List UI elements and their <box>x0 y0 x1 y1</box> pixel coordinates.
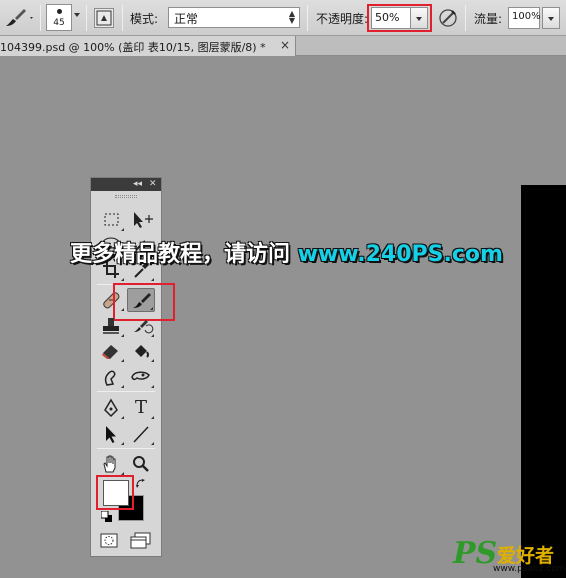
path-selection-tool[interactable] <box>97 422 125 446</box>
brush-panel-icon <box>96 10 112 26</box>
tool-group-divider <box>97 448 155 449</box>
brush-size-value: 45 <box>53 18 65 28</box>
tool-group-divider <box>97 391 155 392</box>
flyout-indicator <box>121 334 124 337</box>
flyout-indicator <box>151 278 154 281</box>
flyout-indicator <box>121 359 124 362</box>
pen-tool[interactable] <box>97 396 125 420</box>
flow-label: 流量: <box>474 12 503 26</box>
opacity-label: 不透明度: <box>316 12 369 26</box>
flyout-indicator <box>151 334 154 337</box>
brush-tip-icon <box>57 9 62 14</box>
divider <box>40 5 41 31</box>
paint-bucket-tool[interactable] <box>127 339 155 363</box>
type-tool-icon: T <box>135 397 148 418</box>
collapse-panel-icon[interactable]: ◂◂ <box>133 178 142 190</box>
pressure-icon <box>439 9 457 27</box>
logo-url-text: www.psahz.com <box>493 564 566 574</box>
close-panel-icon[interactable]: ✕ <box>149 178 157 190</box>
divider <box>465 5 466 31</box>
flyout-indicator <box>121 385 124 388</box>
blend-mode-select[interactable]: 正常 ▲ ▼ <box>168 7 300 28</box>
foreground-swatch-highlight <box>96 475 134 510</box>
quick-mask-icon <box>100 533 118 548</box>
dodge-tool[interactable] <box>127 365 155 389</box>
brush-icon <box>6 9 33 26</box>
brush-size-picker[interactable]: 45 <box>46 4 72 31</box>
flow-slider-button[interactable] <box>542 7 560 29</box>
flyout-indicator <box>121 416 124 419</box>
tablet-pressure-opacity-button[interactable] <box>437 7 459 29</box>
flow-input[interactable]: 100% <box>508 7 541 29</box>
divider <box>86 5 87 31</box>
brush-picker-caret-icon[interactable] <box>74 13 80 17</box>
screen-mode-button[interactable] <box>129 532 153 550</box>
flyout-indicator <box>121 278 124 281</box>
tools-panel: ◂◂ ✕ T <box>90 177 175 557</box>
tools-panel-header[interactable]: ◂◂ ✕ <box>91 178 161 191</box>
document-tab[interactable]: 104399.psd @ 100% (盖印 表10/15, 图层蒙版/8) * … <box>0 36 296 56</box>
updown-arrows-icon: ▲ ▼ <box>288 9 295 25</box>
document-tab-bar: 104399.psd @ 100% (盖印 表10/15, 图层蒙版/8) * … <box>0 36 566 56</box>
banner-url: www.240PS.com <box>297 242 503 267</box>
toggle-brush-panel-button[interactable] <box>94 8 114 28</box>
line-tool[interactable] <box>127 422 155 446</box>
flyout-indicator <box>121 228 124 231</box>
watermark-banner: 更多精品教程，请访问 www.240PS.com <box>70 236 503 268</box>
magnifier-icon <box>133 456 149 472</box>
divider <box>122 5 123 31</box>
blend-mode-value: 正常 <box>174 12 199 26</box>
marquee-tool[interactable] <box>97 208 125 232</box>
eraser-tool[interactable] <box>97 339 125 363</box>
move-tool[interactable] <box>127 208 155 232</box>
panel-grip[interactable] <box>115 195 137 198</box>
close-document-icon[interactable]: × <box>280 38 290 52</box>
clone-stamp-tool[interactable] <box>97 314 125 338</box>
swap-arrows-icon <box>136 479 145 488</box>
flyout-indicator <box>151 359 154 362</box>
default-colors-icon[interactable] <box>100 510 113 523</box>
banner-text: 更多精品教程，请访问 <box>70 242 298 267</box>
document-tab-title: 104399.psd @ 100% (盖印 表10/15, 图层蒙版/8) * <box>0 41 266 54</box>
quick-mask-button[interactable] <box>99 532 121 550</box>
flyout-indicator <box>151 416 154 419</box>
opacity-highlight <box>367 4 432 32</box>
options-bar: 45 模式: 正常 ▲ ▼ 不透明度: 50% 流量: 100% <box>0 0 566 36</box>
hand-tool[interactable] <box>97 452 125 476</box>
divider <box>307 5 308 31</box>
site-logo: PS 爱好者 www.psahz.com <box>453 536 566 576</box>
screen-mode-icon <box>130 532 151 549</box>
blur-tool[interactable] <box>97 365 125 389</box>
flyout-indicator <box>121 442 124 445</box>
zoom-tool[interactable] <box>127 452 155 476</box>
mode-label: 模式: <box>130 12 159 26</box>
document-canvas[interactable] <box>521 185 566 578</box>
flyout-indicator <box>151 385 154 388</box>
type-tool[interactable]: T <box>127 396 155 420</box>
swap-colors-icon[interactable] <box>136 478 146 488</box>
tool-preset-picker[interactable] <box>2 6 38 30</box>
move-icon <box>134 212 153 228</box>
default-swatches-icon <box>100 510 112 522</box>
flyout-indicator <box>151 442 154 445</box>
logo-ps-text: PS <box>453 536 498 571</box>
history-brush-tool[interactable] <box>127 314 155 338</box>
